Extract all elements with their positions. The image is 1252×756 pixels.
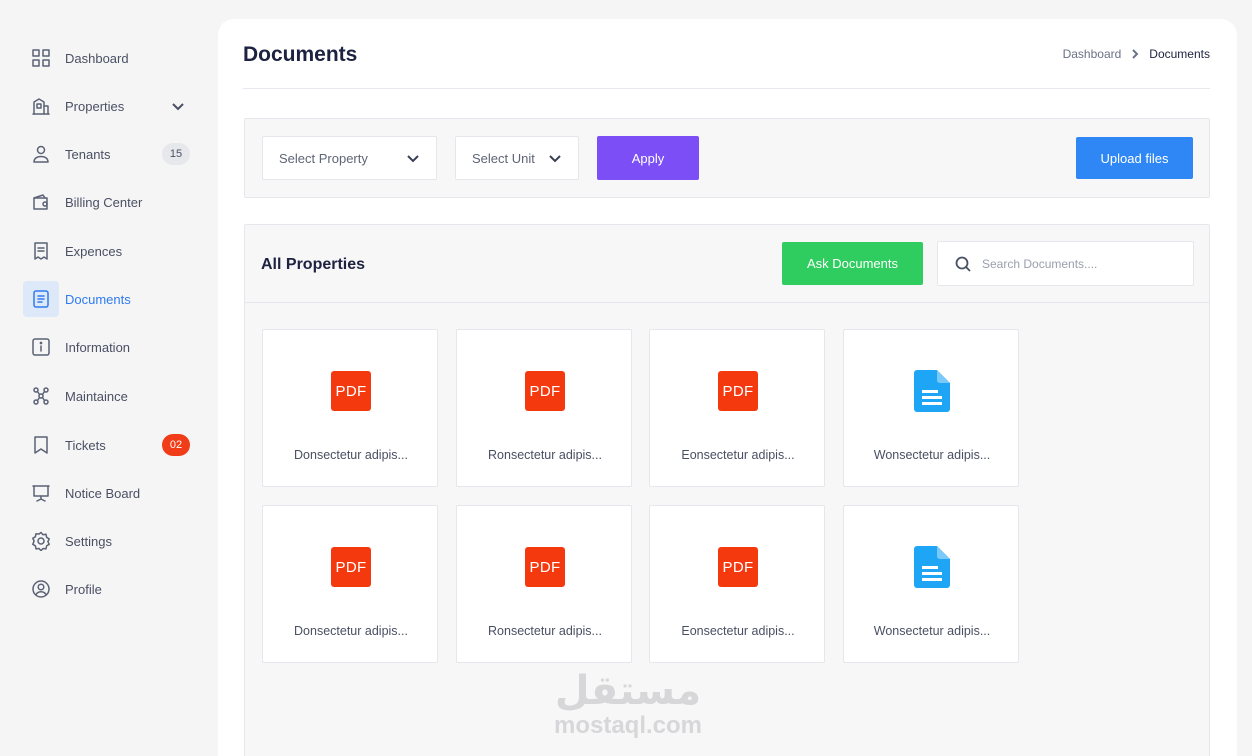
chevron-down-icon xyxy=(548,151,562,165)
info-icon xyxy=(23,329,59,365)
tickets-count-badge: 02 xyxy=(162,434,190,456)
pdf-icon: PDF xyxy=(525,546,565,588)
sidebar-item-settings[interactable]: Settings xyxy=(23,523,199,559)
main-content: Documents Dashboard Documents Select Pro… xyxy=(218,19,1237,756)
profile-icon xyxy=(23,571,59,607)
grid-icon xyxy=(23,40,59,76)
chevron-down-icon xyxy=(406,151,420,165)
tenants-count-badge: 15 xyxy=(162,143,190,165)
panel-title: All Properties xyxy=(261,256,366,273)
pdf-icon: PDF xyxy=(331,546,371,588)
sidebar-item-tickets[interactable]: Tickets 02 xyxy=(23,427,199,463)
watermark-text: mostaql.com xyxy=(553,712,703,739)
watermark: مستقل mostaql.com xyxy=(548,668,708,738)
doc-file-icon xyxy=(912,546,952,588)
breadcrumb-current: Documents xyxy=(1149,47,1210,61)
sidebar-item-label: Properties xyxy=(65,98,125,114)
sidebar-item-documents[interactable]: Documents xyxy=(23,281,199,317)
sidebar-item-label: Tickets xyxy=(65,437,106,453)
app-root: Dashboard Properties Tenants 15 Billing … xyxy=(0,0,1252,756)
file-card[interactable]: PDF Ronsectetur adipis... xyxy=(456,505,632,663)
ask-documents-button[interactable]: Ask Documents xyxy=(782,242,923,285)
sidebar-item-label: Information xyxy=(65,339,131,355)
sidebar-item-dashboard[interactable]: Dashboard xyxy=(23,40,199,76)
breadcrumb: Dashboard Documents xyxy=(1063,47,1210,61)
bookmark-icon xyxy=(23,427,59,463)
file-name: Wonsectetur adipis... xyxy=(873,624,991,638)
file-card[interactable]: PDF Donsectetur adipis... xyxy=(262,505,438,663)
sidebar-item-profile[interactable]: Profile xyxy=(23,571,199,607)
file-name: Wonsectetur adipis... xyxy=(873,448,991,462)
file-name: Donsectetur adipis... xyxy=(294,448,408,462)
sidebar-item-properties[interactable]: Properties xyxy=(23,88,199,124)
sidebar-item-label: Notice Board xyxy=(65,485,141,501)
property-select[interactable]: Select Property xyxy=(262,136,437,180)
chevron-right-icon xyxy=(1129,48,1141,60)
receipt-icon xyxy=(23,233,59,269)
doc-file-icon xyxy=(912,370,952,412)
filter-bar: Select Property Select Unit Apply Upload… xyxy=(244,118,1210,198)
sidebar-item-notice-board[interactable]: Notice Board xyxy=(23,475,199,511)
pdf-badge: PDF xyxy=(718,371,758,411)
file-card[interactable]: PDF Eonsectetur adipis... xyxy=(649,329,825,487)
sidebar: Dashboard Properties Tenants 15 Billing … xyxy=(0,0,216,756)
pdf-icon: PDF xyxy=(718,370,758,412)
unit-select-value: Select Unit xyxy=(472,150,535,166)
sidebar-item-label: Billing Center xyxy=(65,194,143,210)
pdf-badge: PDF xyxy=(525,371,565,411)
gear-icon xyxy=(23,523,59,559)
page-title: Documents xyxy=(243,43,358,66)
upload-files-button[interactable]: Upload files xyxy=(1076,137,1193,179)
sidebar-item-label: Tenants xyxy=(65,146,111,162)
document-icon xyxy=(23,281,59,317)
user-icon xyxy=(23,136,59,172)
sidebar-item-information[interactable]: Information xyxy=(23,329,199,365)
pdf-icon: PDF xyxy=(525,370,565,412)
sidebar-item-label: Expences xyxy=(65,243,123,259)
pdf-badge: PDF xyxy=(718,547,758,587)
apply-button[interactable]: Apply xyxy=(597,136,699,180)
file-name: Eonsectetur adipis... xyxy=(681,448,795,462)
file-card[interactable]: PDF Ronsectetur adipis... xyxy=(456,329,632,487)
search-box xyxy=(937,241,1194,286)
file-name: Ronsectetur adipis... xyxy=(488,624,602,638)
watermark-logo: مستقل xyxy=(554,669,702,713)
sidebar-item-label: Maintaince xyxy=(65,388,128,404)
file-name: Donsectetur adipis... xyxy=(294,624,408,638)
title-divider xyxy=(243,88,1210,89)
people-network-icon xyxy=(23,378,59,414)
wallet-icon xyxy=(23,184,59,220)
file-card[interactable]: Wonsectetur adipis... xyxy=(843,505,1019,663)
sidebar-item-tenants[interactable]: Tenants 15 xyxy=(23,136,199,172)
documents-panel: All Properties Ask Documents PDF Donsect… xyxy=(244,224,1210,756)
sidebar-item-billing-center[interactable]: Billing Center xyxy=(23,184,199,220)
breadcrumb-home-link[interactable]: Dashboard xyxy=(1063,47,1122,61)
pdf-badge: PDF xyxy=(331,547,371,587)
sidebar-item-expences[interactable]: Expences xyxy=(23,233,199,269)
board-icon xyxy=(23,475,59,511)
pdf-icon: PDF xyxy=(718,546,758,588)
sidebar-item-label: Dashboard xyxy=(65,50,129,66)
pdf-icon: PDF xyxy=(331,370,371,412)
search-input[interactable] xyxy=(982,256,1182,271)
search-icon xyxy=(954,255,972,273)
chevron-down-icon[interactable] xyxy=(171,99,185,113)
sidebar-item-maintaince[interactable]: Maintaince xyxy=(23,378,199,414)
building-icon xyxy=(23,88,59,124)
file-card[interactable]: Wonsectetur adipis... xyxy=(843,329,1019,487)
pdf-badge: PDF xyxy=(525,547,565,587)
property-select-value: Select Property xyxy=(279,150,368,166)
unit-select[interactable]: Select Unit xyxy=(455,136,579,180)
file-card[interactable]: PDF Donsectetur adipis... xyxy=(262,329,438,487)
file-card[interactable]: PDF Eonsectetur adipis... xyxy=(649,505,825,663)
file-name: Ronsectetur adipis... xyxy=(488,448,602,462)
sidebar-item-label: Documents xyxy=(65,291,131,307)
sidebar-item-label: Settings xyxy=(65,533,112,549)
sidebar-item-label: Profile xyxy=(65,581,102,597)
documents-panel-header: All Properties Ask Documents xyxy=(245,225,1209,303)
pdf-badge: PDF xyxy=(331,371,371,411)
file-name: Eonsectetur adipis... xyxy=(681,624,795,638)
